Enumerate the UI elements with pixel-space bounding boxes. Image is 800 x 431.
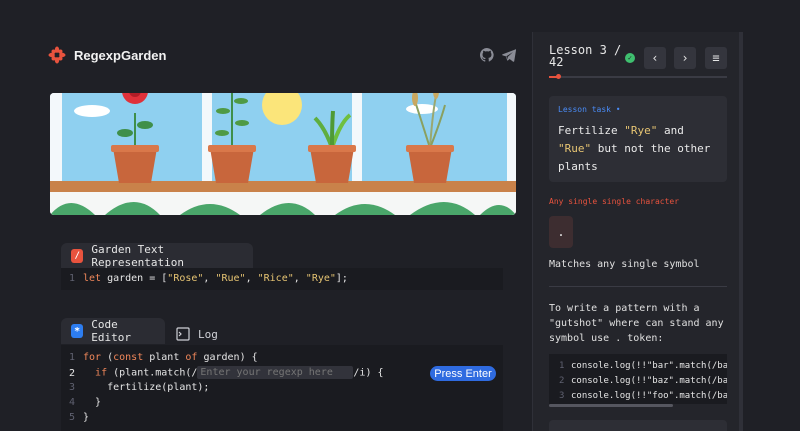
example-scrollbar[interactable] bbox=[549, 404, 673, 407]
divider bbox=[549, 286, 727, 287]
garden-code: 1 let garden = ["Rose", "Rue", "Rice", "R… bbox=[61, 268, 503, 290]
telegram-icon[interactable] bbox=[502, 47, 517, 62]
lesson-menu-button[interactable]: ≡ bbox=[705, 47, 727, 69]
lesson-paragraph: To write a pattern with a "gutshot" wher… bbox=[549, 303, 724, 344]
bottom-button[interactable] bbox=[549, 420, 727, 431]
code-line: 5} bbox=[69, 412, 90, 423]
chevron-left-icon: ‹ bbox=[651, 51, 659, 65]
matches-text: Matches any single symbol bbox=[549, 259, 700, 270]
flower-logo-icon bbox=[48, 46, 66, 64]
example-line: 1 console.log(!!"bar".match(/ba bbox=[559, 361, 727, 371]
progress-dot bbox=[555, 74, 561, 79]
code-keyword: let bbox=[83, 273, 102, 284]
code-string: "Rue" bbox=[215, 273, 246, 284]
tab-garden-text-label: Garden Text Representation bbox=[91, 243, 185, 269]
slash-icon: / bbox=[71, 249, 84, 263]
code-string: "Rose" bbox=[167, 273, 204, 284]
task-label: Lesson task • bbox=[558, 105, 621, 114]
tab-code-editor-label: Code Editor bbox=[91, 318, 131, 344]
tab-garden-text[interactable]: / Garden Text Representation bbox=[61, 243, 253, 269]
asterisk-icon: * bbox=[71, 324, 84, 338]
code-line: 1 for (const plant of garden) { bbox=[69, 352, 258, 363]
code-string: "Rye" bbox=[305, 273, 336, 284]
example-line: 3 console.log(!!"foo".match(/ba bbox=[559, 391, 727, 401]
main-area: RegexpGarden / Garden Text Representatio… bbox=[0, 0, 532, 431]
code-line: 3 fertilize(plant); bbox=[69, 382, 210, 393]
code-text: , bbox=[245, 273, 258, 284]
prev-lesson-button[interactable]: ‹ bbox=[644, 47, 666, 69]
tab-log-label: Log bbox=[198, 327, 218, 341]
next-lesson-button[interactable]: › bbox=[674, 47, 696, 69]
code-text: ]; bbox=[335, 273, 348, 284]
line-number: 1 bbox=[69, 273, 76, 284]
github-icon[interactable] bbox=[479, 47, 494, 62]
log-icon bbox=[176, 327, 190, 341]
check-icon: ✓ bbox=[625, 53, 635, 63]
code-line: 4 } bbox=[69, 397, 102, 408]
code-text: , bbox=[203, 273, 216, 284]
example-line: 2 console.log(!!"baz".match(/ba bbox=[559, 376, 727, 386]
code-text: , bbox=[293, 273, 306, 284]
example-code: 1 console.log(!!"bar".match(/ba 2 console.… bbox=[549, 354, 727, 404]
task-text: Fertilize "Rye" and "Rue" but not the ot… bbox=[558, 124, 711, 173]
brand[interactable]: RegexpGarden bbox=[48, 46, 166, 64]
tab-code-editor[interactable]: * Code Editor bbox=[61, 318, 165, 344]
lesson-task: Lesson task • Fertilize "Rye" and "Rue" … bbox=[549, 96, 727, 182]
chevron-right-icon: › bbox=[681, 51, 689, 65]
app-name: RegexpGarden bbox=[74, 47, 167, 63]
lesson-progress bbox=[549, 74, 727, 79]
dot-symbol-chip: . bbox=[549, 216, 573, 248]
header-links bbox=[479, 47, 517, 62]
code-text: garden = [ bbox=[101, 273, 168, 284]
hint-title: Any single single character bbox=[549, 197, 680, 206]
code-string: "Rice" bbox=[257, 273, 294, 284]
list-icon: ≡ bbox=[712, 51, 720, 65]
lesson-sidebar: Lesson 3 / 42 ✓ ‹ › ≡ Lesson task • Fert… bbox=[532, 32, 743, 431]
garden-illustration bbox=[50, 93, 516, 215]
code-editor: 1 for (const plant of garden) { 2 if (pla… bbox=[61, 345, 503, 431]
tab-log[interactable]: Log bbox=[166, 321, 236, 347]
press-enter-button[interactable]: Press Enter bbox=[430, 366, 496, 381]
regex-input[interactable] bbox=[197, 366, 354, 379]
lesson-title: Lesson 3 / 42 bbox=[549, 43, 622, 69]
